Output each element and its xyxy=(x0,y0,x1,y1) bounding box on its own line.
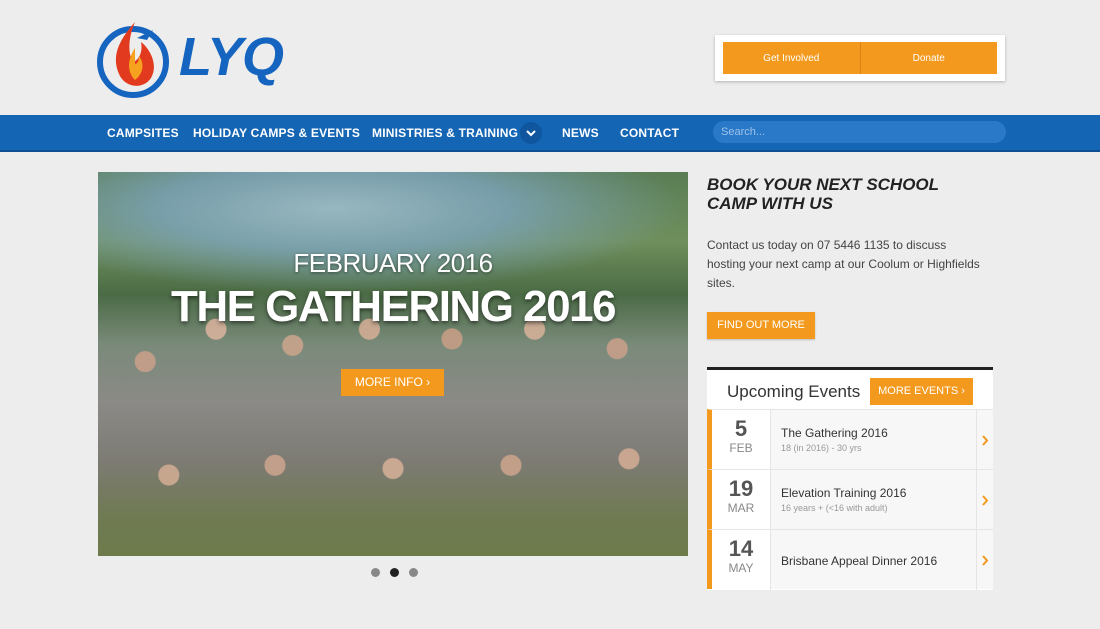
event-date: 5 FEB xyxy=(712,410,771,470)
book-camp-text: Contact us today on 07 5446 1135 to disc… xyxy=(707,238,980,290)
event-month: MAY xyxy=(728,561,754,575)
hero-slider: FEBRUARY 2016 THE GATHERING 2016 MORE IN… xyxy=(98,172,688,556)
slider-dot-2[interactable] xyxy=(390,568,399,577)
chevron-right-icon[interactable] xyxy=(976,410,993,470)
chevron-down-icon[interactable] xyxy=(520,122,542,144)
event-day: 5 xyxy=(734,416,748,441)
event-name: Brisbane Appeal Dinner 2016 xyxy=(781,554,938,568)
event-row[interactable]: 14 MAY Brisbane Appeal Dinner 2016 xyxy=(707,529,993,590)
main-nav: CAMPSITES HOLIDAY CAMPS & EVENTS MINISTR… xyxy=(0,115,1100,152)
nav-item-news[interactable]: NEWS xyxy=(562,115,599,151)
event-day: 14 xyxy=(728,536,754,561)
nav-item-contact[interactable]: CONTACT xyxy=(620,115,679,151)
slider-dots xyxy=(371,568,418,577)
event-name: The Gathering 2016 xyxy=(781,426,888,440)
donate-button[interactable]: Donate xyxy=(859,42,997,74)
events-header: Upcoming Events MORE EVENTS › xyxy=(707,370,993,409)
event-row[interactable]: 19 MAR Elevation Training 2016 16 years … xyxy=(707,469,993,530)
event-month: MAR xyxy=(727,501,755,515)
header-cta-group: Get Involved Donate xyxy=(715,35,1005,81)
more-events-button[interactable]: MORE EVENTS › xyxy=(870,378,973,405)
chevron-right-icon[interactable] xyxy=(976,470,993,530)
site-logo[interactable]: LYQ xyxy=(97,18,307,98)
more-info-button[interactable]: MORE INFO › xyxy=(341,369,444,396)
event-row[interactable]: 5 FEB The Gathering 2016 18 (in 2016) - … xyxy=(707,409,993,470)
upcoming-events-panel: Upcoming Events MORE EVENTS › 5 FEB The … xyxy=(707,367,993,590)
hero-title: THE GATHERING 2016 xyxy=(170,282,617,331)
flame-logo-icon xyxy=(97,22,169,98)
slider-dot-1[interactable] xyxy=(371,568,380,577)
find-out-more-button[interactable]: FIND OUT MORE xyxy=(707,312,815,339)
nav-item-holiday-camps-events[interactable]: HOLIDAY CAMPS & EVENTS xyxy=(193,115,360,151)
slider-dot-3[interactable] xyxy=(409,568,418,577)
event-date: 14 MAY xyxy=(712,530,771,590)
more-info-label: MORE INFO xyxy=(354,375,423,389)
chevron-right-icon: › xyxy=(961,385,965,397)
logo-text: LYQ xyxy=(179,27,284,87)
nav-item-campsites[interactable]: CAMPSITES xyxy=(107,115,179,151)
event-name: Elevation Training 2016 xyxy=(781,486,907,500)
event-date: 19 MAR xyxy=(712,470,771,530)
more-events-label: MORE EVENTS xyxy=(878,385,959,397)
book-camp-heading: BOOK YOUR NEXT SCHOOL CAMP WITH US xyxy=(707,175,939,213)
event-day: 19 xyxy=(728,476,754,501)
events-title: Upcoming Events xyxy=(727,382,861,401)
hero-date: FEBRUARY 2016 xyxy=(293,248,493,278)
event-subtitle: 18 (in 2016) - 30 yrs xyxy=(781,443,862,453)
chevron-right-icon: › xyxy=(426,375,431,389)
event-subtitle: 16 years + (<16 with adult) xyxy=(781,503,888,513)
nav-item-ministries-training[interactable]: MINISTRIES & TRAINING xyxy=(372,115,518,151)
chevron-right-icon[interactable] xyxy=(976,530,993,590)
event-month: FEB xyxy=(729,441,753,455)
get-involved-button[interactable]: Get Involved xyxy=(723,42,860,74)
search-input[interactable] xyxy=(713,121,1006,143)
site-header: LYQ Get Involved Donate xyxy=(0,0,1100,115)
